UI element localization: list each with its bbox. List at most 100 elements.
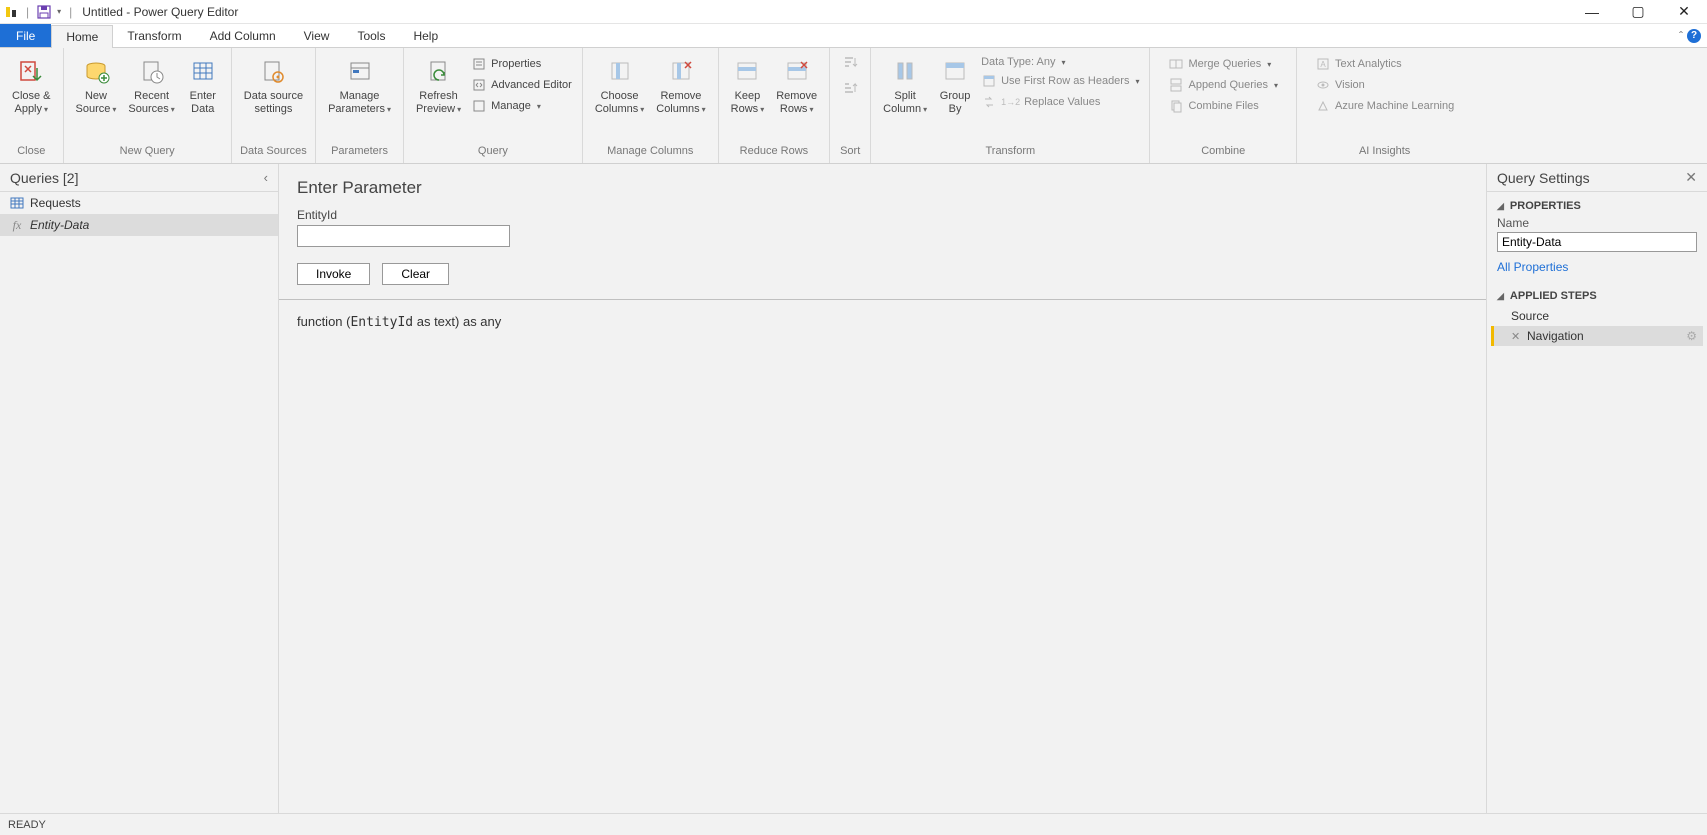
- text-analytics-label: Text Analytics: [1335, 58, 1402, 70]
- invoke-button[interactable]: Invoke: [297, 263, 370, 285]
- manage-parameters-icon: [344, 56, 376, 88]
- menu-home[interactable]: Home: [51, 25, 113, 48]
- function-icon: fx: [10, 218, 24, 232]
- split-column-label: Split Column: [883, 90, 921, 115]
- save-icon[interactable]: [37, 5, 51, 19]
- split-column-button[interactable]: Split Column▾: [877, 52, 933, 116]
- ribbon-group-label: Sort: [830, 145, 870, 163]
- collapse-queries-icon[interactable]: ‹: [264, 170, 268, 185]
- properties-section-header[interactable]: ◢ PROPERTIES: [1487, 192, 1707, 216]
- table-icon: [10, 196, 24, 210]
- menu-file[interactable]: File: [0, 24, 51, 47]
- ribbon-group-label: Combine: [1150, 145, 1296, 163]
- combine-files-icon: [1168, 98, 1184, 114]
- manage-parameters-button[interactable]: Manage Parameters▾: [322, 52, 397, 116]
- menu-transform[interactable]: Transform: [113, 24, 195, 47]
- refresh-preview-label: Refresh Preview: [416, 90, 458, 115]
- data-source-settings-button[interactable]: Data source settings: [238, 52, 309, 116]
- function-signature: function (EntityId as text) as any: [279, 300, 1486, 344]
- close-apply-button[interactable]: Close & Apply▾: [6, 52, 57, 116]
- ribbon-group-label: New Query: [64, 145, 231, 163]
- window-title: Untitled - Power Query Editor: [82, 5, 238, 19]
- clear-button[interactable]: Clear: [382, 263, 449, 285]
- step-gear-icon[interactable]: ⚙: [1686, 329, 1697, 343]
- replace-icon: [981, 94, 997, 110]
- replace-values-button[interactable]: 1→2 Replace Values: [977, 92, 1143, 112]
- query-item-entity-data[interactable]: fx Entity-Data: [0, 214, 278, 236]
- append-queries-label: Append Queries: [1188, 79, 1268, 91]
- merge-queries-button[interactable]: Merge Queries▾: [1164, 54, 1282, 74]
- advanced-editor-label: Advanced Editor: [491, 79, 572, 91]
- close-window-button[interactable]: ✕: [1661, 0, 1707, 24]
- combine-files-label: Combine Files: [1188, 100, 1258, 112]
- recent-sources-label: Recent Sources: [128, 90, 169, 115]
- data-type-label: Data Type: Any: [981, 56, 1055, 68]
- refresh-icon: [423, 56, 455, 88]
- ribbon-group-sort: Sort: [830, 48, 871, 163]
- text-analytics-button[interactable]: AText Analytics: [1311, 54, 1458, 74]
- sort-asc-button[interactable]: [842, 54, 858, 70]
- advanced-editor-button[interactable]: Advanced Editor: [467, 75, 576, 95]
- ribbon-group-combine: Merge Queries▾ Append Queries▾ Combine F…: [1150, 48, 1297, 163]
- ribbon-group-close: Close & Apply▾ Close: [0, 48, 64, 163]
- remove-rows-button[interactable]: Remove Rows▾: [770, 52, 823, 116]
- signature-prefix: function (: [297, 314, 350, 329]
- manage-icon: [471, 98, 487, 114]
- choose-columns-button[interactable]: Choose Columns▾: [589, 52, 650, 116]
- menu-tools[interactable]: Tools: [343, 24, 399, 47]
- azure-ml-button[interactable]: Azure Machine Learning: [1311, 96, 1458, 116]
- remove-rows-icon: [781, 56, 813, 88]
- sort-desc-button[interactable]: [842, 80, 858, 96]
- combine-files-button[interactable]: Combine Files: [1164, 96, 1282, 116]
- minimize-button[interactable]: —: [1569, 0, 1615, 24]
- queries-header: Queries [2] ‹: [0, 164, 278, 192]
- maximize-button[interactable]: ▢: [1615, 0, 1661, 24]
- signature-suffix: as text) as any: [413, 314, 501, 329]
- query-settings-header: Query Settings ✕: [1487, 164, 1707, 192]
- properties-button[interactable]: Properties: [467, 54, 576, 74]
- manage-query-button[interactable]: Manage▾: [467, 96, 576, 116]
- help-icon[interactable]: ?: [1687, 29, 1701, 43]
- ribbon-collapse-icon[interactable]: ˆ: [1679, 29, 1683, 43]
- new-source-icon: [80, 56, 112, 88]
- enter-data-button[interactable]: Enter Data: [181, 52, 225, 116]
- ribbon-group-transform: Split Column▾ Group By Data Type: Any▾ U…: [871, 48, 1150, 163]
- new-source-button[interactable]: New Source▾: [70, 52, 123, 116]
- menu-bar: File Home Transform Add Column View Tool…: [0, 24, 1707, 48]
- menu-help[interactable]: Help: [399, 24, 452, 47]
- keep-rows-button[interactable]: Keep Rows▾: [725, 52, 771, 116]
- first-row-headers-button[interactable]: Use First Row as Headers▾: [977, 71, 1143, 91]
- queries-pane: Queries [2] ‹ Requests fx Entity-Data: [0, 164, 279, 813]
- ribbon-group-query: Refresh Preview▾ Properties Advanced Edi…: [404, 48, 583, 163]
- step-navigation[interactable]: ✕ Navigation ⚙: [1491, 326, 1703, 346]
- query-item-label: Entity-Data: [30, 218, 89, 232]
- signature-param: EntityId: [350, 315, 413, 330]
- ribbon: Close & Apply▾ Close New Source▾ Recent …: [0, 48, 1707, 164]
- recent-sources-button[interactable]: Recent Sources▾: [122, 52, 180, 116]
- remove-columns-button[interactable]: Remove Columns▾: [650, 52, 711, 116]
- parameter-input[interactable]: [297, 225, 510, 247]
- split-column-icon: [889, 56, 921, 88]
- close-settings-icon[interactable]: ✕: [1685, 169, 1697, 186]
- qat-dropdown-icon[interactable]: ▾: [57, 7, 61, 16]
- separator: |: [26, 5, 29, 19]
- query-name-input[interactable]: [1497, 232, 1697, 252]
- query-item-label: Requests: [30, 196, 81, 210]
- data-type-button[interactable]: Data Type: Any▾: [977, 54, 1143, 70]
- azure-ml-icon: [1315, 98, 1331, 114]
- menu-view[interactable]: View: [290, 24, 344, 47]
- separator: |: [69, 5, 72, 19]
- vision-button[interactable]: Vision: [1311, 75, 1458, 95]
- query-item-requests[interactable]: Requests: [0, 192, 278, 214]
- ribbon-group-label: Manage Columns: [583, 145, 718, 163]
- manage-parameters-label: Manage Parameters: [328, 90, 385, 115]
- menu-add-column[interactable]: Add Column: [196, 24, 290, 47]
- append-queries-button[interactable]: Append Queries▾: [1164, 75, 1282, 95]
- properties-section-label: PROPERTIES: [1510, 200, 1581, 212]
- delete-step-icon[interactable]: ✕: [1511, 330, 1523, 343]
- step-source[interactable]: Source: [1491, 306, 1703, 326]
- refresh-preview-button[interactable]: Refresh Preview▾: [410, 52, 467, 116]
- applied-steps-section-header[interactable]: ◢ APPLIED STEPS: [1487, 282, 1707, 306]
- group-by-button[interactable]: Group By: [933, 52, 977, 116]
- all-properties-link[interactable]: All Properties: [1487, 252, 1707, 282]
